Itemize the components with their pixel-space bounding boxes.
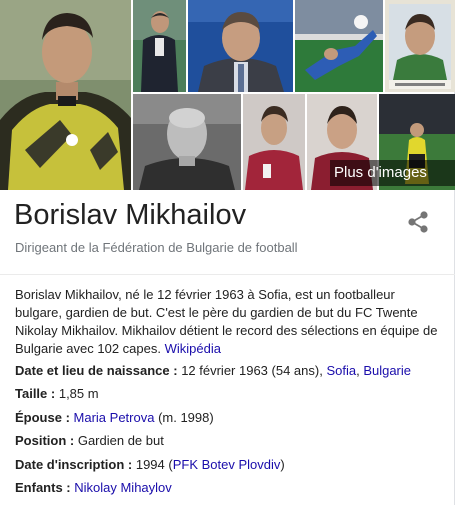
fact-position: Position : Gardien de but bbox=[15, 432, 445, 455]
fact-signing-label: Date d'inscription bbox=[15, 456, 125, 472]
fact-birth-value: 12 février 1963 (54 ans), bbox=[181, 363, 327, 378]
fact-birth-label: Date et lieu de naissance bbox=[15, 363, 170, 378]
image-tile-suit[interactable] bbox=[133, 0, 186, 92]
share-icon[interactable] bbox=[404, 208, 432, 236]
entity-subtitle: Dirigeant de la Fédération de Bulgarie d… bbox=[15, 240, 298, 255]
fact-height-label: Taille bbox=[15, 386, 48, 402]
image-tile-bw[interactable] bbox=[133, 94, 241, 190]
image-tile-dive[interactable] bbox=[295, 0, 383, 92]
image-mosaic: Plus d'images bbox=[0, 0, 455, 190]
fact-separator: : bbox=[124, 456, 136, 472]
image-tile-card[interactable] bbox=[385, 0, 455, 92]
sofia-link[interactable]: Sofia bbox=[326, 363, 356, 378]
entity-title: Borislav Mikhailov bbox=[14, 199, 247, 231]
fact-signing-suffix: ) bbox=[280, 456, 285, 472]
fact-separator: : bbox=[169, 363, 182, 378]
fact-signing-value: 1994 ( bbox=[135, 456, 173, 472]
fact-separator: : bbox=[47, 386, 59, 402]
fact-position-label: Position bbox=[15, 433, 67, 449]
image-tile-red-keeper[interactable] bbox=[243, 94, 305, 190]
fact-signing: Date d'inscription : 1994 (PFK Botev Plo… bbox=[15, 456, 445, 479]
fact-spouse-suffix: (m. 1998) bbox=[154, 409, 214, 425]
fact-separator: : bbox=[66, 433, 78, 449]
fact-height-value: 1,85 m bbox=[58, 386, 99, 402]
fact-spouse-label: Épouse bbox=[15, 409, 62, 425]
divider bbox=[0, 274, 455, 275]
more-images-button[interactable]: Plus d'images bbox=[330, 160, 455, 186]
fact-position-value: Gardien de but bbox=[77, 433, 164, 449]
bulgarie-link[interactable]: Bulgarie bbox=[363, 363, 411, 378]
fact-height: Taille : 1,85 m bbox=[15, 385, 445, 408]
club-link[interactable]: PFK Botev Plovdiv bbox=[173, 457, 281, 472]
facts-list: Date et lieu de naissance : 12 février 1… bbox=[15, 362, 445, 502]
knowledge-panel: Plus d'images Borislav Mikhailov Dirigea… bbox=[0, 0, 455, 505]
description-text: Borislav Mikhailov, né le 12 février 196… bbox=[15, 287, 438, 356]
fact-separator: : bbox=[61, 409, 74, 425]
spouse-link[interactable]: Maria Petrova bbox=[74, 410, 155, 425]
fact-spouse: Épouse : Maria Petrova (m. 1998) bbox=[15, 409, 445, 432]
fact-separator: : bbox=[62, 479, 75, 495]
fact-children-label: Enfants bbox=[15, 479, 63, 495]
fact-birth: Date et lieu de naissance : 12 février 1… bbox=[15, 362, 445, 385]
image-tile-portrait[interactable] bbox=[0, 0, 131, 190]
image-tile-press[interactable] bbox=[188, 0, 293, 92]
entity-description: Borislav Mikhailov, né le 12 février 196… bbox=[15, 286, 443, 358]
fact-children: Enfants : Nikolay Mihaylov bbox=[15, 479, 445, 502]
wikipedia-link[interactable]: Wikipédia bbox=[165, 341, 221, 356]
children-link[interactable]: Nikolay Mihaylov bbox=[74, 480, 172, 495]
